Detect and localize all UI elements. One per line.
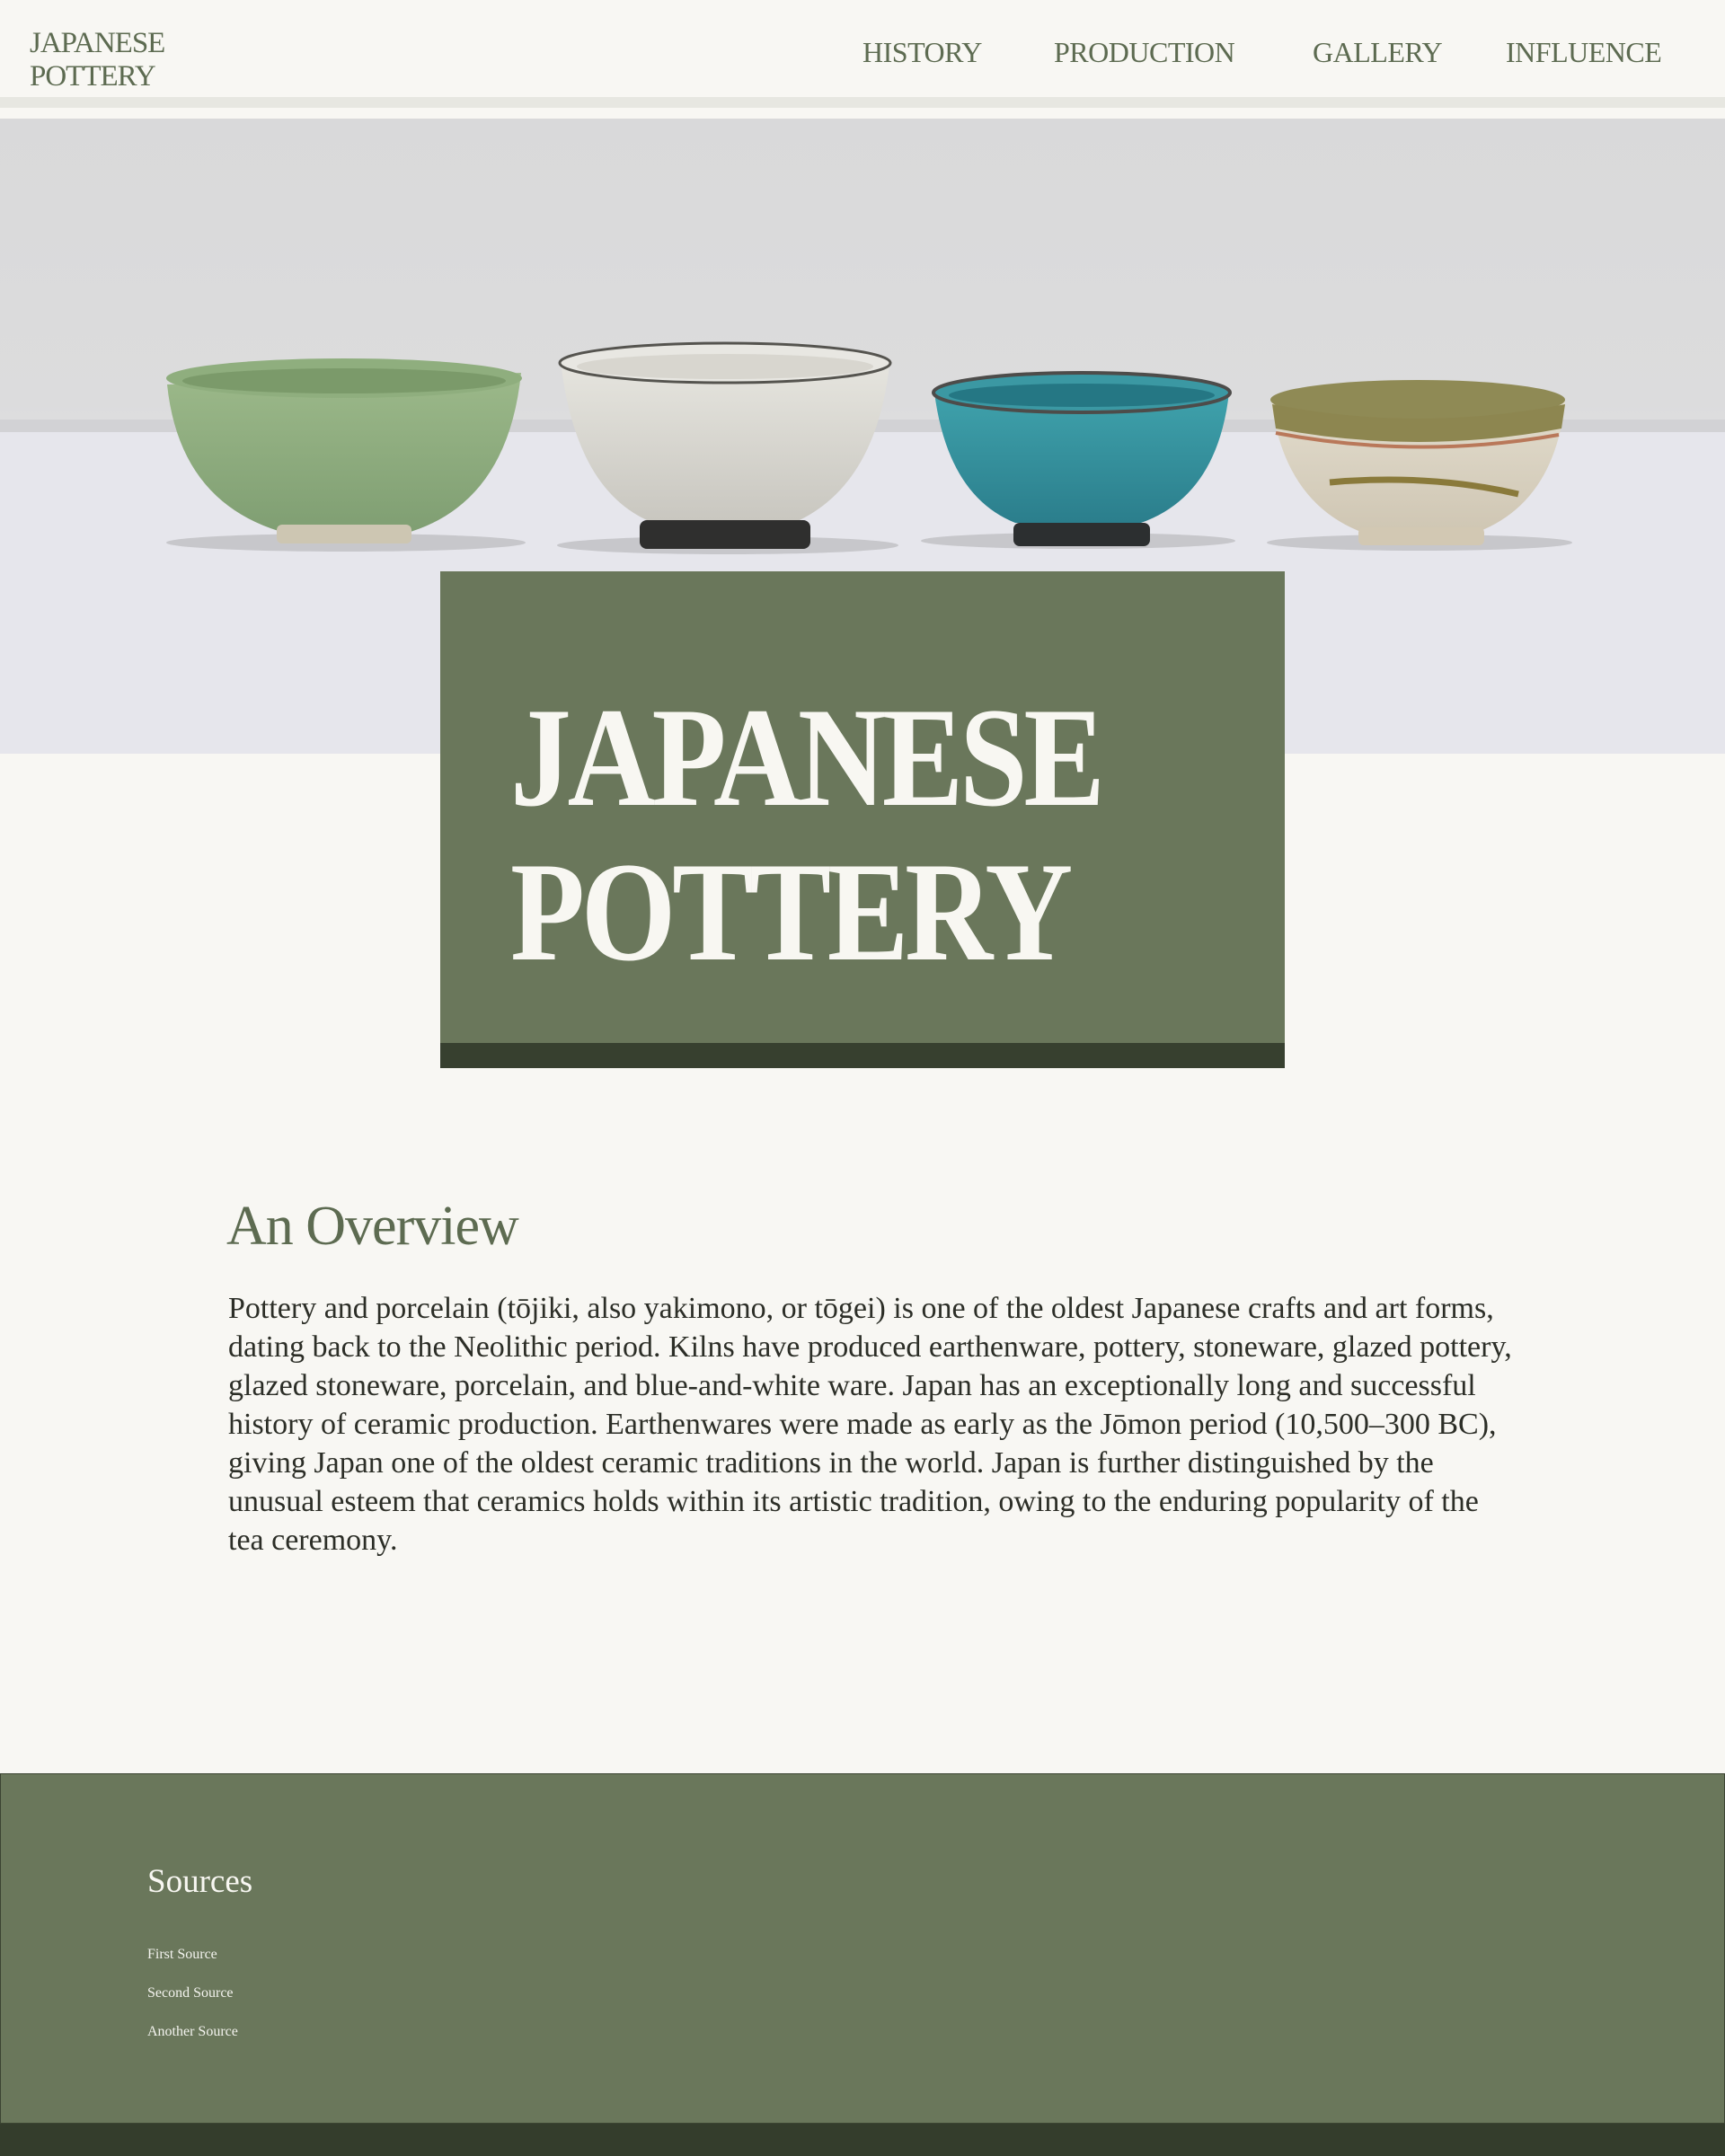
title-card-accent-bar (440, 1043, 1285, 1068)
site-logo[interactable]: JAPANESE POTTERY (30, 27, 165, 93)
hero-title: JAPANESE POTTERY (510, 681, 1198, 990)
footer-bottom-bar (0, 2124, 1725, 2156)
hero-title-line-2: POTTERY (510, 834, 1073, 991)
source-link-first[interactable]: First Source (147, 1947, 217, 1963)
hero-title-card: JAPANESE POTTERY (440, 571, 1285, 1068)
overview-heading: An Overview (226, 1196, 519, 1257)
nav-link-production[interactable]: PRODUCTION (1054, 36, 1235, 69)
source-link-another[interactable]: Another Source (147, 2024, 238, 2040)
nav-link-gallery[interactable]: GALLERY (1313, 36, 1443, 69)
site-footer (0, 1773, 1725, 2124)
sources-heading: Sources (147, 1863, 253, 1900)
site-header: JAPANESE POTTERY HISTORY PRODUCTION GALL… (0, 0, 1725, 108)
nav-link-influence[interactable]: INFLUENCE (1506, 36, 1662, 69)
nav-link-history[interactable]: HISTORY (862, 36, 982, 69)
logo-line-1: JAPANESE (30, 27, 165, 59)
logo-line-2: POTTERY (30, 60, 156, 93)
hero-title-line-1: JAPANESE (510, 679, 1105, 836)
overview-paragraph: Pottery and porcelain (tōjiki, also yaki… (228, 1292, 1512, 1557)
source-link-second[interactable]: Second Source (147, 1985, 234, 2001)
